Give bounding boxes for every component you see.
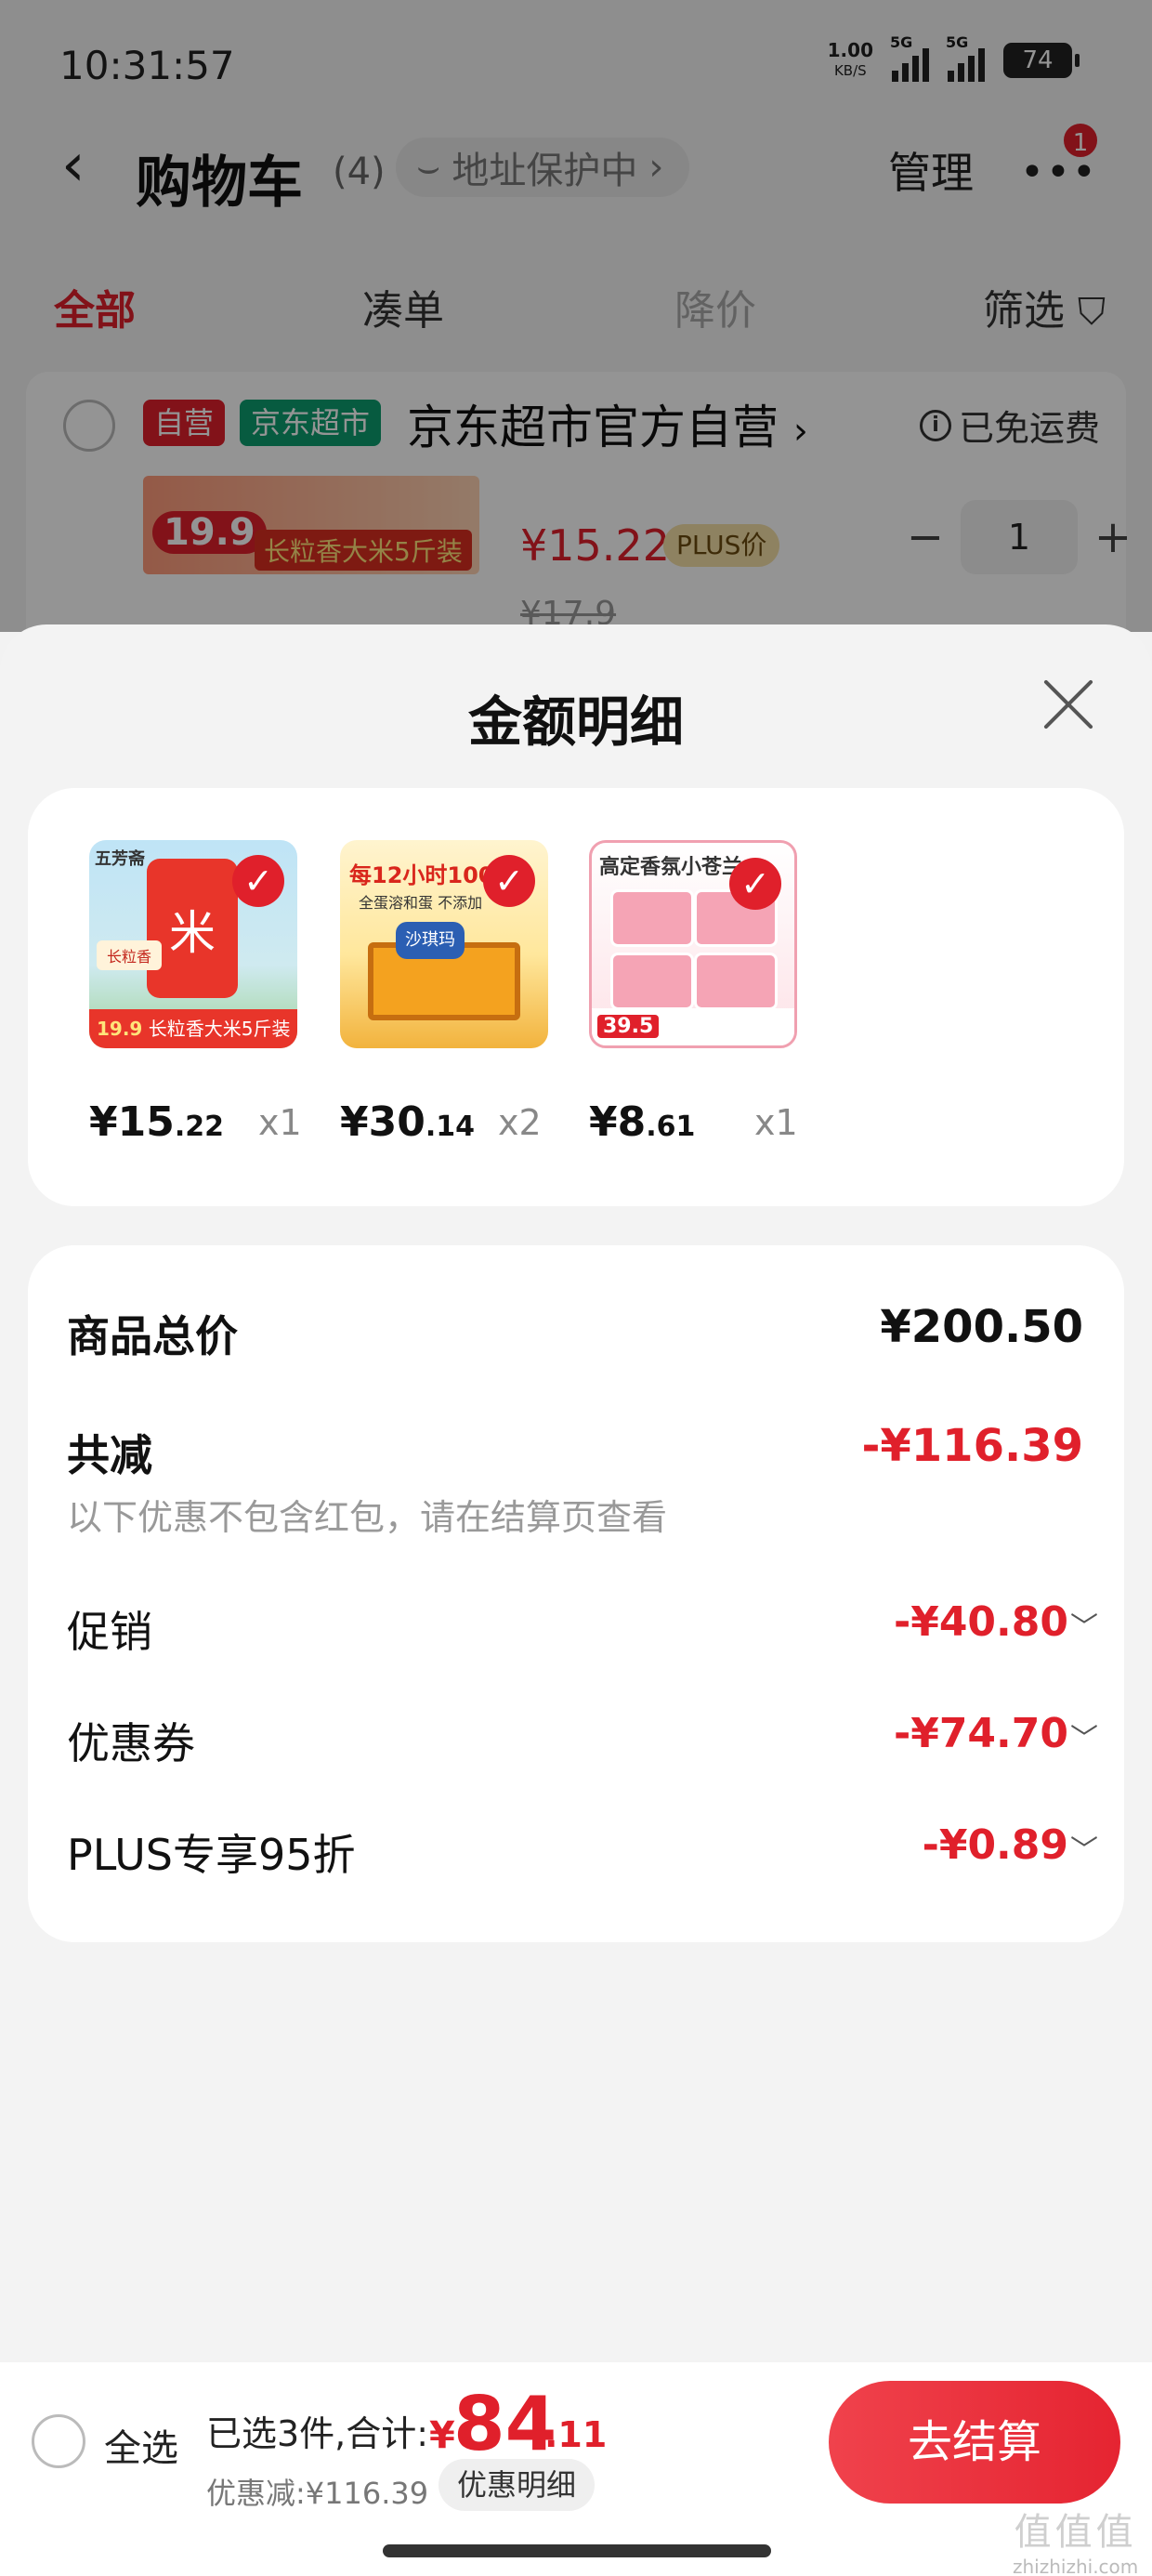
sheet-title: 金额明细 <box>467 690 684 754</box>
home-indicator[interactable] <box>383 2544 771 2557</box>
total-label: 商品总价 <box>67 1311 238 1361</box>
promotion-value[interactable]: -¥40.80 <box>894 1598 1068 1646</box>
close-icon[interactable] <box>1039 675 1098 734</box>
item-quantity: x1 <box>258 1102 302 1143</box>
chevron-down-icon[interactable]: ﹀ <box>1070 1604 1098 1645</box>
selected-items-card: 五芳斋 米 长粒香 19.9 长粒香大米5斤装 ✓ ¥15.22 x1 每12小… <box>28 788 1124 1206</box>
modal-backdrop[interactable] <box>0 0 1152 632</box>
chevron-down-icon[interactable]: ﹀ <box>1070 1715 1098 1756</box>
select-all-checkbox[interactable] <box>32 2414 85 2468</box>
check-icon: ✓ <box>483 855 535 907</box>
chevron-down-icon[interactable]: ﹀ <box>1070 1827 1098 1868</box>
total-value: ¥200.50 <box>880 1301 1083 1353</box>
selected-item[interactable]: 五芳斋 米 长粒香 19.9 长粒香大米5斤装 ✓ <box>89 840 297 1048</box>
product-thumbnail: 每12小时100万 全蛋溶和蛋 不添加 沙琪玛 ✓ <box>340 840 548 1048</box>
discount-detail-button[interactable]: 优惠明细 <box>439 2459 596 2511</box>
checkout-button[interactable]: 去结算 <box>829 2381 1120 2504</box>
reduce-value: -¥116.39 <box>861 1420 1083 1472</box>
coupon-value[interactable]: -¥74.70 <box>894 1710 1068 1757</box>
discount-summary: 优惠减:¥116.39 <box>206 2476 429 2511</box>
product-thumbnail: 五芳斋 米 长粒香 19.9 长粒香大米5斤装 ✓ <box>89 840 297 1048</box>
select-all-label[interactable]: 全选 <box>104 2418 178 2472</box>
item-quantity: x2 <box>498 1102 542 1143</box>
check-icon: ✓ <box>232 855 284 907</box>
selected-item[interactable]: 高定香氛小苍兰 39.5 ✓ <box>589 840 797 1048</box>
item-quantity: x1 <box>754 1102 798 1143</box>
plus-discount-label: PLUS专享95折 <box>67 1830 356 1880</box>
item-price: ¥15.22 <box>89 1098 225 1146</box>
total-currency: ¥ <box>429 2414 455 2457</box>
item-price: ¥30.14 <box>340 1098 476 1146</box>
watermark: 值值值 zhizhizhi.com <box>1013 2511 1139 2576</box>
reduce-label: 共减 <box>67 1430 152 1480</box>
item-price: ¥8.61 <box>589 1098 696 1146</box>
selected-item[interactable]: 每12小时100万 全蛋溶和蛋 不添加 沙琪玛 ✓ <box>340 840 548 1048</box>
amount-detail-sheet: 金额明细 五芳斋 米 长粒香 19.9 长粒香大米5斤装 ✓ ¥15.22 x1… <box>0 624 1152 2362</box>
total-amount: 84 <box>453 2381 557 2467</box>
coupon-label: 优惠券 <box>67 1718 195 1768</box>
selected-count: 已选3件,合计: <box>206 2413 429 2454</box>
discount-note: 以下优惠不包含红包，请在结算页查看 <box>67 1497 668 1538</box>
product-thumbnail: 高定香氛小苍兰 39.5 ✓ <box>589 840 797 1048</box>
plus-discount-value[interactable]: -¥0.89 <box>923 1821 1068 1869</box>
total-amount-decimal: .11 <box>544 2414 608 2455</box>
promotion-label: 促销 <box>67 1607 152 1657</box>
check-icon: ✓ <box>729 858 781 910</box>
price-summary-card: 商品总价 ¥200.50 共减 -¥116.39 以下优惠不包含红包，请在结算页… <box>28 1245 1124 1942</box>
